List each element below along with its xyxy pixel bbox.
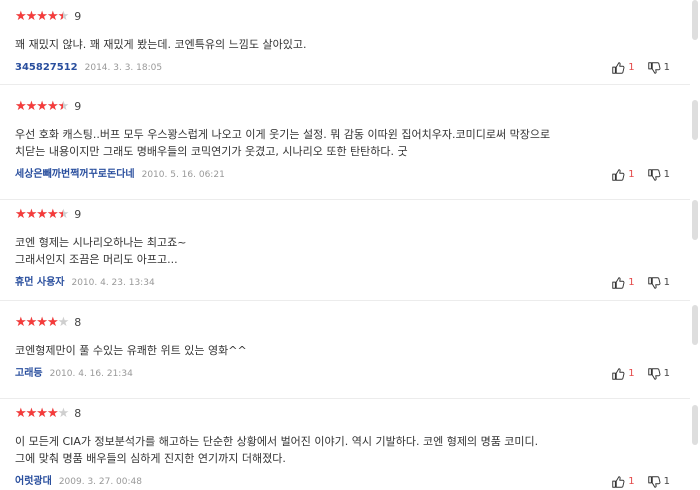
like-count: 1 — [628, 169, 635, 180]
thumb-down-icon — [647, 368, 661, 380]
rating-score: 9 — [74, 10, 82, 23]
reviewer-name[interactable]: 휴먼 사용자 — [15, 276, 64, 290]
dislike-count: 1 — [663, 62, 670, 73]
rating-row: ★★★★★ ★★★★★ 9 — [15, 208, 690, 222]
dislike-count: 1 — [663, 476, 670, 487]
star-rating-filled: ★★★★★ — [15, 407, 58, 421]
thumb-up-icon — [612, 277, 625, 289]
like-button[interactable]: 1 — [611, 475, 635, 489]
scrollbar[interactable] — [690, 0, 700, 490]
star-rating: ★★★★★ ★★★★★ — [15, 316, 69, 330]
star-rating-filled: ★★★★★ — [15, 100, 63, 114]
like-button[interactable]: 1 — [611, 367, 635, 381]
scroll-thumb[interactable] — [692, 305, 698, 345]
review-text: 꽤 재밌지 않냐. 꽤 재밌게 봤는데. 코엔특유의 느낌도 살아있고. — [15, 38, 307, 51]
thumb-up-icon — [612, 476, 625, 488]
star-rating: ★★★★★ ★★★★★ — [15, 10, 69, 24]
thumb-down-icon — [647, 62, 661, 74]
like-button[interactable]: 1 — [611, 168, 635, 182]
rating-score: 8 — [74, 316, 82, 329]
rating-row: ★★★★★ ★★★★★ 8 — [15, 316, 690, 330]
thumb-down-icon — [647, 169, 661, 181]
vote-group: 1 1 — [611, 367, 670, 381]
review-text: 이 모든게 CIA가 정보분석가를 해고하는 단순한 상황에서 벌어진 이야기.… — [15, 435, 539, 465]
thumb-up-icon — [612, 62, 625, 74]
review-item: ★★★★★ ★★★★★ 8 코엔형제만이 풀 수있는 유쾌한 위트 있는 영화^… — [0, 316, 690, 399]
rating-score: 9 — [74, 100, 82, 113]
scroll-thumb[interactable] — [692, 100, 698, 140]
review-date: 2010. 5. 16. 06:21 — [141, 170, 225, 180]
reviewer-name[interactable]: 고래등 — [15, 367, 43, 381]
rating-score: 8 — [74, 407, 82, 420]
star-rating-filled: ★★★★★ — [15, 208, 63, 222]
reviewer-name[interactable]: 세상은빼까번쩍꺼꾸로돈다네 — [15, 168, 135, 182]
rating-score: 9 — [74, 208, 82, 221]
dislike-count: 1 — [663, 169, 670, 180]
like-count: 1 — [628, 277, 635, 288]
reviewer-name[interactable]: 345827512 — [15, 61, 78, 75]
review-date: 2010. 4. 16. 21:34 — [49, 369, 133, 379]
vote-group: 1 1 — [611, 276, 670, 290]
rating-row: ★★★★★ ★★★★★ 9 — [15, 100, 690, 114]
dislike-button[interactable]: 1 — [647, 276, 670, 290]
star-rating: ★★★★★ ★★★★★ — [15, 208, 69, 222]
thumb-up-icon — [612, 368, 625, 380]
review-text: 코엔 형제는 시나리오하나는 최고죠~ 그래서인지 조끔은 머리도 아프고... — [15, 236, 187, 266]
dislike-button[interactable]: 1 — [647, 61, 670, 75]
review-meta: 휴먼 사용자 2010. 4. 23. 13:34 1 1 — [15, 276, 690, 290]
dislike-button[interactable]: 1 — [647, 168, 670, 182]
star-rating: ★★★★★ ★★★★★ — [15, 407, 69, 421]
review-date: 2010. 4. 23. 13:34 — [71, 278, 155, 288]
scroll-thumb[interactable] — [692, 405, 698, 445]
review-item: ★★★★★ ★★★★★ 9 꽤 재밌지 않냐. 꽤 재밌게 봤는데. 코엔특유의… — [0, 10, 690, 85]
thumb-up-icon — [612, 169, 625, 181]
rating-row: ★★★★★ ★★★★★ 9 — [15, 10, 690, 24]
review-date: 2014. 3. 3. 18:05 — [84, 63, 163, 73]
review-item: ★★★★★ ★★★★★ 9 우선 호화 캐스팅..버프 모두 우스꽝스럽게 나오… — [0, 100, 690, 200]
dislike-button[interactable]: 1 — [647, 367, 670, 381]
like-count: 1 — [628, 368, 635, 379]
scroll-thumb[interactable] — [692, 0, 698, 40]
review-meta: 고래등 2010. 4. 16. 21:34 1 1 — [15, 367, 690, 381]
thumb-down-icon — [647, 277, 661, 289]
review-text: 우선 호화 캐스팅..버프 모두 우스꽝스럽게 나오고 이게 웃기는 설정. 뭐… — [15, 128, 551, 158]
dislike-count: 1 — [663, 277, 670, 288]
vote-group: 1 1 — [611, 168, 670, 182]
review-item: ★★★★★ ★★★★★ 9 코엔 형제는 시나리오하나는 최고죠~ 그래서인지 … — [0, 208, 690, 301]
review-text: 코엔형제만이 풀 수있는 유쾌한 위트 있는 영화^^ — [15, 344, 247, 357]
star-rating-filled: ★★★★★ — [15, 316, 58, 330]
review-item: ★★★★★ ★★★★★ 8 이 모든게 CIA가 정보분석가를 해고하는 단순한… — [0, 407, 690, 490]
like-button[interactable]: 1 — [611, 276, 635, 290]
like-count: 1 — [628, 476, 635, 487]
dislike-button[interactable]: 1 — [647, 475, 670, 489]
vote-group: 1 1 — [611, 475, 670, 489]
review-meta: 어럿광대 2009. 3. 27. 00:48 1 1 — [15, 475, 690, 489]
thumb-down-icon — [647, 476, 661, 488]
vote-group: 1 1 — [611, 61, 670, 75]
reviewer-name[interactable]: 어럿광대 — [15, 475, 52, 489]
review-date: 2009. 3. 27. 00:48 — [58, 477, 142, 487]
star-rating-filled: ★★★★★ — [15, 10, 63, 24]
like-button[interactable]: 1 — [611, 61, 635, 75]
rating-row: ★★★★★ ★★★★★ 8 — [15, 407, 690, 421]
like-count: 1 — [628, 62, 635, 73]
dislike-count: 1 — [663, 368, 670, 379]
review-meta: 345827512 2014. 3. 3. 18:05 1 1 — [15, 61, 690, 75]
scroll-thumb[interactable] — [692, 200, 698, 240]
review-meta: 세상은빼까번쩍꺼꾸로돈다네 2010. 5. 16. 06:21 1 1 — [15, 168, 690, 182]
star-rating: ★★★★★ ★★★★★ — [15, 100, 69, 114]
